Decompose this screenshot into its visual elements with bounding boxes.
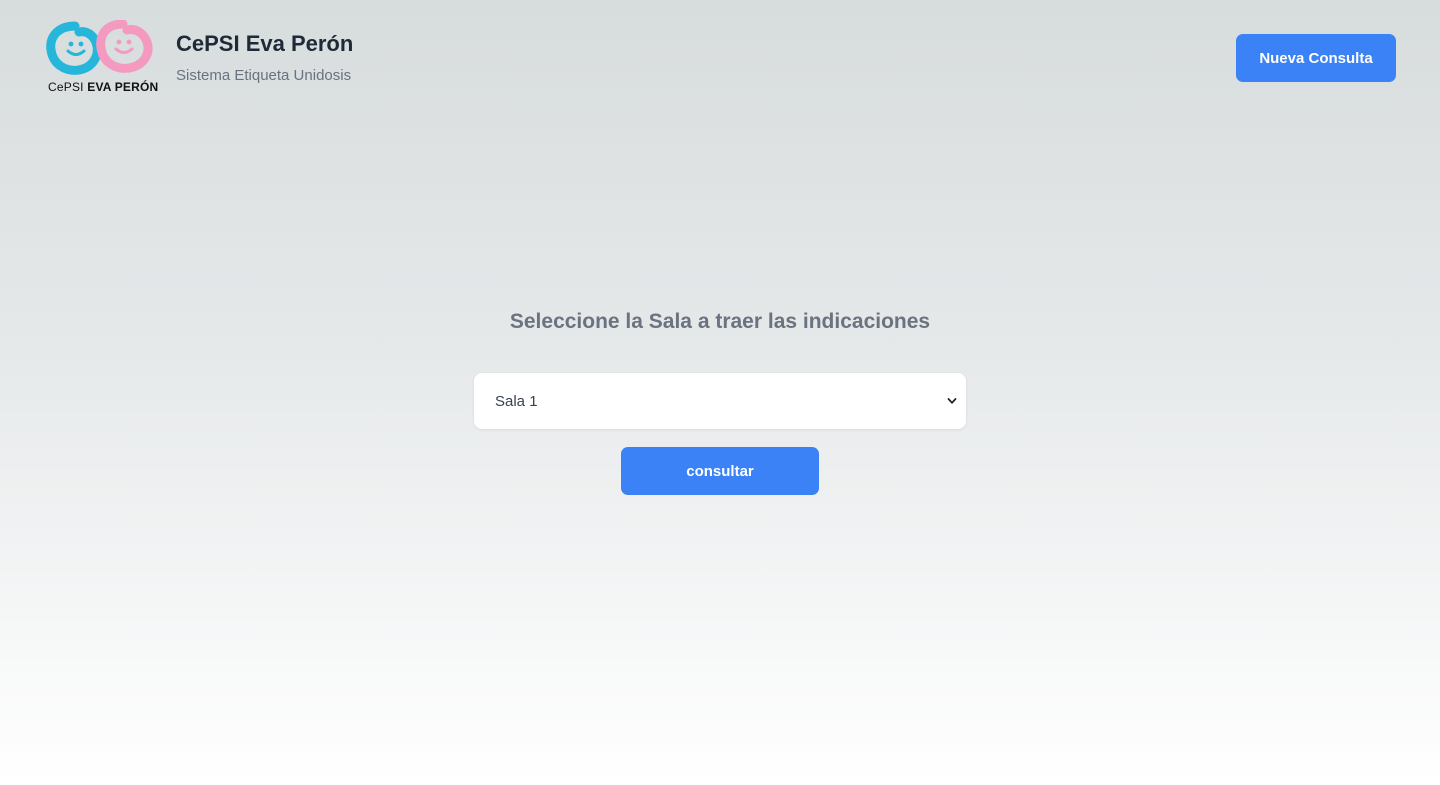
logo-caption: CePSI EVA PERÓN	[48, 80, 158, 94]
sala-select-value: Sala 1	[495, 392, 538, 410]
form-prompt: Seleccione la Sala a traer las indicacio…	[509, 310, 931, 333]
sala-query-form: Seleccione la Sala a traer las indicacio…	[0, 300, 1440, 495]
app-subtitle: Sistema Etiqueta Unidosis	[176, 67, 352, 84]
new-query-button[interactable]: Nueva Consulta	[1236, 34, 1396, 82]
logo-caption-bold: EVA PERÓN	[87, 80, 159, 94]
logo: CePSI EVA PERÓN	[45, 20, 158, 96]
sala-select[interactable]: Sala 1	[474, 373, 966, 429]
logo-caption-light: CePSI	[48, 80, 84, 94]
app-header: CePSI EVA PERÓN CePSI Eva Perón Sistema …	[0, 0, 1440, 115]
chevron-down-icon	[947, 398, 957, 404]
brand: CePSI Eva Perón Sistema Etiqueta Unidosi…	[176, 30, 353, 86]
twin-smiley-faces-logo-icon	[46, 20, 153, 75]
app-title: CePSI Eva Perón	[176, 31, 354, 56]
consult-button[interactable]: consultar	[621, 447, 819, 495]
